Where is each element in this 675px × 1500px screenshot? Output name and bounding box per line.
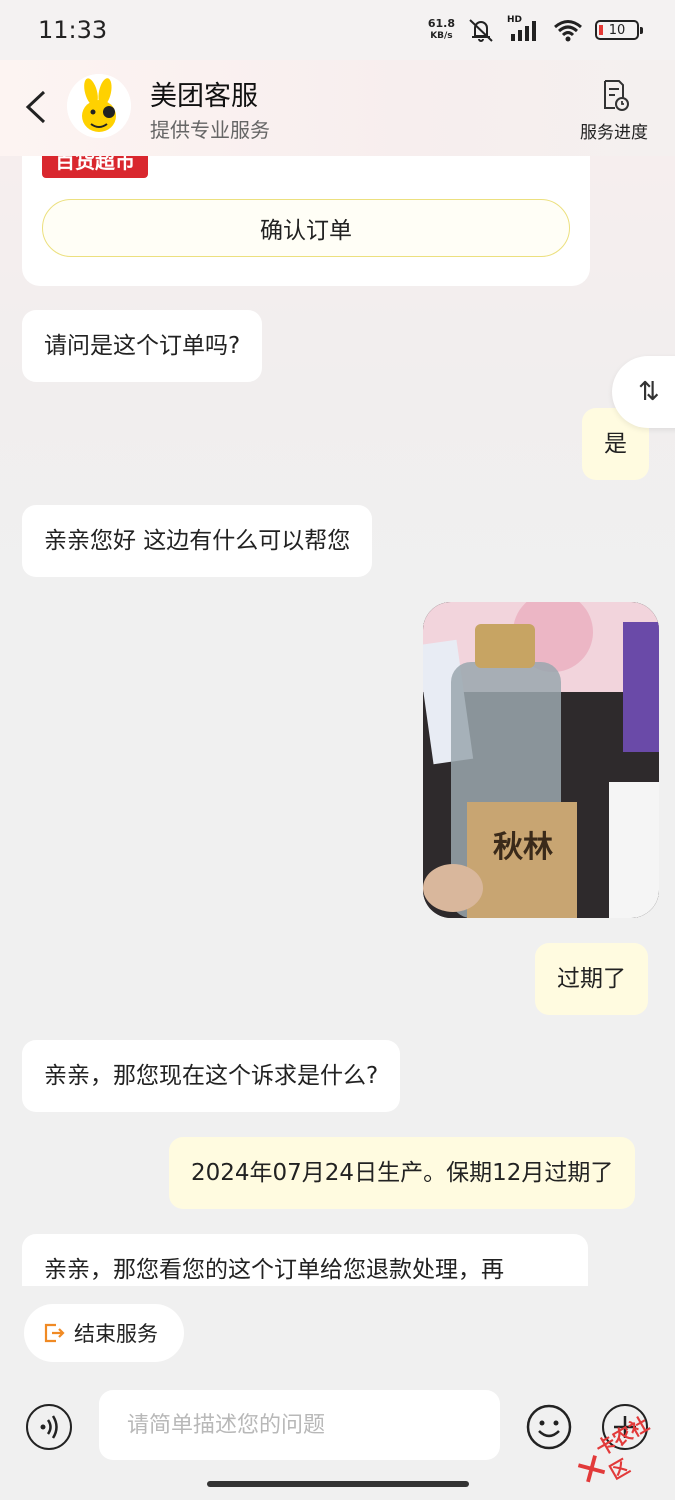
order-card: 百货超市 确认订单 <box>22 156 590 286</box>
signal-icon: HD <box>507 15 541 43</box>
end-service-button[interactable]: 结束服务 <box>24 1304 184 1362</box>
home-indicator[interactable] <box>207 1481 469 1487</box>
bottle-label-text: 秋林 <box>493 830 553 865</box>
kangaroo-mascot-icon <box>67 74 131 138</box>
header-subtitle: 提供专业服务 <box>150 118 270 142</box>
sort-arrows-icon: ⇅ <box>638 377 660 407</box>
header-title: 美团客服 <box>150 81 258 112</box>
status-time: 11:33 <box>38 16 108 44</box>
battery-icon: 10 <box>595 20 643 40</box>
net-speed-unit: KB/s <box>430 31 453 41</box>
exit-icon <box>44 1323 65 1343</box>
message-image[interactable]: 秋林 <box>423 602 659 918</box>
message-bubble[interactable]: 过期了 <box>535 943 648 1015</box>
message-bubble[interactable]: 请问是这个订单吗? <box>22 310 263 382</box>
voice-icon <box>40 1415 58 1439</box>
net-speed-value: 61.8 <box>427 17 455 30</box>
net-speed: 61.8 KB/s <box>428 18 455 42</box>
service-progress-label: 服务进度 <box>580 123 648 143</box>
scroll-toggle-button[interactable]: ⇅ <box>612 356 675 428</box>
message-bubble[interactable]: 亲亲，那您看您的这个订单给您退款处理，再 <box>22 1234 588 1286</box>
bottle-photo: 秋林 <box>423 602 659 918</box>
battery-level: 10 <box>608 22 626 38</box>
back-arrow-icon[interactable] <box>18 82 58 132</box>
wifi-icon <box>554 20 582 42</box>
status-bar: 11:33 61.8 KB/s HD 10 <box>0 0 675 60</box>
end-service-label: 结束服务 <box>74 1322 158 1346</box>
status-icons: 61.8 KB/s HD 10 <box>428 15 643 43</box>
message-bubble[interactable]: 亲亲您好 这边有什么可以帮您 <box>22 505 373 577</box>
message-bubble[interactable]: 亲亲，那您现在这个诉求是什么? <box>22 1040 401 1112</box>
chat-header: 美团客服 提供专业服务 服务进度 <box>0 60 675 156</box>
confirm-order-button[interactable]: 确认订单 <box>42 199 570 257</box>
message-bubble[interactable]: 2024年07月24日生产。保期12月过期了 <box>169 1137 636 1209</box>
service-progress-button[interactable]: 服务进度 <box>574 78 654 143</box>
voice-button[interactable] <box>26 1404 72 1450</box>
order-tag: 百货超市 <box>42 156 148 178</box>
chat-list[interactable]: 百货超市 确认订单 请问是这个订单吗? 是 亲亲您好 这边有什么可以帮您 秋林 … <box>0 156 675 1286</box>
message-input[interactable] <box>99 1390 500 1460</box>
avatar[interactable] <box>67 74 131 138</box>
progress-document-icon <box>604 80 629 111</box>
mute-bell-icon <box>469 19 493 42</box>
